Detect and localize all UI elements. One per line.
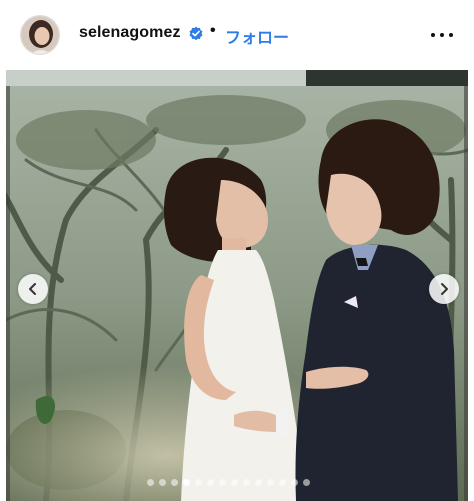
next-slide-button[interactable] <box>429 274 459 304</box>
chevron-right-icon <box>441 283 448 295</box>
post-media[interactable] <box>6 70 468 501</box>
more-options-icon[interactable] <box>431 27 453 43</box>
avatar[interactable] <box>20 15 60 55</box>
post-photo <box>6 70 468 501</box>
post-header: selenagomez • フォロー <box>0 0 474 70</box>
carousel-dot <box>291 479 298 486</box>
carousel-dot <box>231 479 238 486</box>
carousel-dot <box>303 479 310 486</box>
carousel-dot <box>219 479 226 486</box>
carousel-dot <box>255 479 262 486</box>
carousel-indicator <box>147 479 310 487</box>
instagram-post: selenagomez • フォロー <box>0 0 474 501</box>
carousel-dot <box>147 479 154 486</box>
carousel-dot <box>207 479 214 486</box>
carousel-dot <box>171 479 178 486</box>
follow-button[interactable]: フォロー <box>225 24 289 48</box>
carousel-dot <box>159 479 166 486</box>
verified-badge-icon <box>189 26 203 41</box>
carousel-dot <box>279 479 286 486</box>
carousel-dot <box>195 479 202 486</box>
separator-dot: • <box>210 22 216 39</box>
carousel-dot <box>267 479 274 486</box>
carousel-dot <box>183 479 190 486</box>
previous-slide-button[interactable] <box>18 274 48 304</box>
carousel-dot <box>243 479 250 486</box>
username[interactable]: selenagomez <box>79 24 181 42</box>
chevron-left-icon <box>29 283 36 295</box>
